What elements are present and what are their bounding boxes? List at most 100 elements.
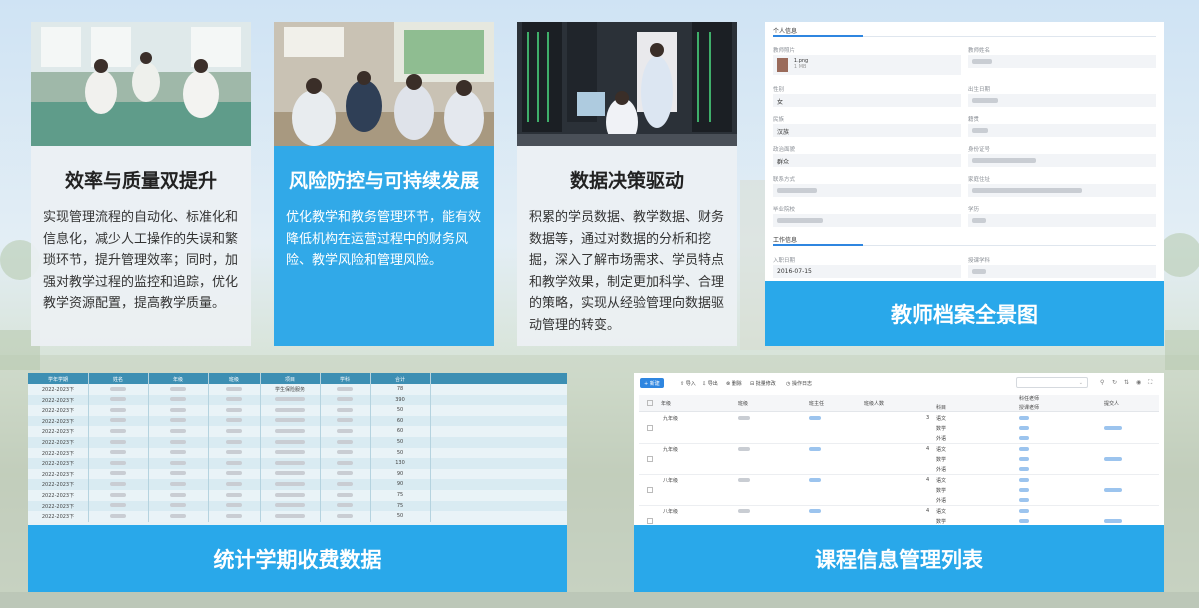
row-checkbox[interactable] bbox=[647, 487, 653, 493]
table-row[interactable]: 2022-2023下 50 bbox=[28, 405, 567, 416]
photo-field[interactable]: 1.png 1 MB bbox=[773, 55, 961, 75]
teacher-link[interactable] bbox=[1019, 426, 1029, 430]
submitter-link[interactable] bbox=[1104, 426, 1122, 430]
table-cell bbox=[320, 397, 370, 403]
table-cell bbox=[260, 471, 320, 477]
political-field[interactable]: 群众 bbox=[773, 154, 961, 167]
table-cell bbox=[208, 492, 260, 498]
view-icon[interactable]: ◉ bbox=[1136, 379, 1141, 386]
teacher-link[interactable] bbox=[1019, 416, 1029, 420]
head-teacher-cell[interactable] bbox=[809, 509, 821, 513]
table-row[interactable]: 九年级 3 语文 数学 外语 bbox=[639, 413, 1159, 444]
table-row[interactable]: 八年级4语文数学外语 bbox=[639, 475, 1159, 506]
row-checkbox[interactable] bbox=[647, 456, 653, 462]
select-all-checkbox[interactable] bbox=[647, 400, 653, 406]
contact-field[interactable] bbox=[773, 184, 961, 197]
degree-field[interactable] bbox=[968, 214, 1156, 227]
blurred-value bbox=[226, 513, 242, 518]
gender-field[interactable]: 女 bbox=[773, 94, 961, 107]
export-button[interactable]: ⇩ 导出 bbox=[698, 378, 722, 388]
row-checkbox[interactable] bbox=[647, 518, 653, 524]
row-checkbox[interactable] bbox=[647, 425, 653, 431]
banner-teacher-profile: 教师档案全景图 bbox=[765, 281, 1164, 346]
table-row[interactable]: 2022-2023下 60 bbox=[28, 426, 567, 437]
header-cell: 年级 bbox=[661, 401, 672, 407]
table-cell: 2022-2023下 bbox=[41, 450, 75, 457]
table-cell bbox=[148, 492, 208, 498]
operation-log-button[interactable]: ◷ 操作日志 bbox=[782, 378, 816, 388]
table-row[interactable]: 八年级4语文数学外语 bbox=[639, 506, 1159, 525]
submitter-link[interactable] bbox=[1104, 519, 1122, 523]
teacher-link[interactable] bbox=[1019, 447, 1029, 451]
table-row[interactable]: 2022-2023下 学生保险服务 78 bbox=[28, 384, 567, 395]
subject-field[interactable] bbox=[968, 265, 1156, 278]
table-row[interactable]: 九年级 4 语文 数学 外语 bbox=[639, 444, 1159, 475]
submitter-link[interactable] bbox=[1104, 488, 1122, 492]
table-row[interactable]: 2022-2023下 50 bbox=[28, 437, 567, 448]
blurred-value bbox=[170, 439, 186, 444]
teacher-link[interactable] bbox=[1019, 467, 1029, 471]
name-field[interactable] bbox=[968, 55, 1156, 68]
head-teacher-cell[interactable] bbox=[809, 447, 821, 451]
table-cell: 2022-2023下 bbox=[41, 503, 75, 510]
idcard-field[interactable] bbox=[968, 154, 1156, 167]
filter-icon[interactable]: ⚲ bbox=[1100, 379, 1104, 386]
submitter-link[interactable] bbox=[1104, 457, 1122, 461]
table-cell bbox=[148, 386, 208, 392]
table-cell bbox=[88, 439, 148, 445]
table-row[interactable]: 2022-2023下 130 bbox=[28, 458, 567, 469]
teacher-link[interactable] bbox=[1019, 509, 1029, 513]
header-cell: 合计 bbox=[394, 377, 405, 383]
blurred-value bbox=[337, 386, 353, 391]
table-cell bbox=[148, 397, 208, 403]
ethnic-field[interactable]: 汉族 bbox=[773, 124, 961, 137]
delete-button[interactable]: ⊗ 删除 bbox=[722, 378, 746, 388]
table-cell bbox=[88, 386, 148, 392]
table-cell: 78 bbox=[396, 386, 404, 392]
teacher-link[interactable] bbox=[1019, 488, 1029, 492]
teacher-link[interactable] bbox=[1019, 478, 1029, 482]
column-divider bbox=[148, 373, 149, 522]
table-cell: 60 bbox=[396, 428, 404, 435]
native-field[interactable] bbox=[968, 124, 1156, 137]
subject-cell: 数学 bbox=[936, 519, 947, 525]
table-cell bbox=[88, 428, 148, 434]
sort-icon[interactable]: ⇅ bbox=[1124, 379, 1129, 386]
grade-cell: 八年级 bbox=[663, 509, 679, 515]
teacher-link[interactable] bbox=[1019, 498, 1029, 502]
table-row[interactable]: 2022-2023下 75 bbox=[28, 500, 567, 512]
blurred-value bbox=[337, 460, 353, 465]
head-teacher-cell[interactable] bbox=[809, 416, 821, 420]
table-row[interactable]: 2022-2023下 90 bbox=[28, 468, 567, 480]
hire-field[interactable]: 2016-07-15 bbox=[773, 265, 961, 278]
address-field[interactable] bbox=[968, 184, 1156, 197]
blurred-value bbox=[170, 407, 186, 412]
refresh-icon[interactable]: ↻ bbox=[1112, 379, 1117, 386]
search-input[interactable]: ⌄ bbox=[1016, 377, 1088, 388]
banner-course-list: 课程信息管理列表 bbox=[634, 525, 1164, 592]
table-row[interactable]: 2022-2023下 60 bbox=[28, 415, 567, 427]
table-cell: 2022-2023下 bbox=[41, 440, 75, 446]
batch-edit-button[interactable]: ⊟ 批量修改 bbox=[746, 378, 780, 388]
table-row[interactable]: 2022-2023下 50 bbox=[28, 511, 567, 522]
column-divider bbox=[430, 373, 431, 522]
new-button[interactable]: + 新建 bbox=[640, 378, 664, 388]
blurred-value bbox=[275, 503, 305, 508]
import-button[interactable]: ⇪ 导入 bbox=[676, 378, 700, 388]
table-cell bbox=[208, 407, 260, 413]
table-row[interactable]: 2022-2023下 90 bbox=[28, 479, 567, 490]
school-field[interactable] bbox=[773, 214, 961, 227]
birth-field[interactable] bbox=[968, 94, 1156, 107]
teacher-link[interactable] bbox=[1019, 519, 1029, 523]
table-row[interactable]: 2022-2023下 390 bbox=[28, 394, 567, 406]
class-size-cell: 3 bbox=[926, 415, 930, 421]
table-row[interactable]: 2022-2023下 50 bbox=[28, 447, 567, 459]
table-row[interactable]: 2022-2023下 75 bbox=[28, 490, 567, 501]
blurred-value bbox=[226, 450, 242, 455]
table-cell bbox=[320, 503, 370, 509]
head-teacher-cell[interactable] bbox=[809, 478, 821, 482]
teacher-link[interactable] bbox=[1019, 436, 1029, 440]
blurred-value bbox=[170, 386, 186, 391]
fullscreen-icon[interactable]: ⛶ bbox=[1148, 379, 1152, 387]
teacher-link[interactable] bbox=[1019, 457, 1029, 461]
